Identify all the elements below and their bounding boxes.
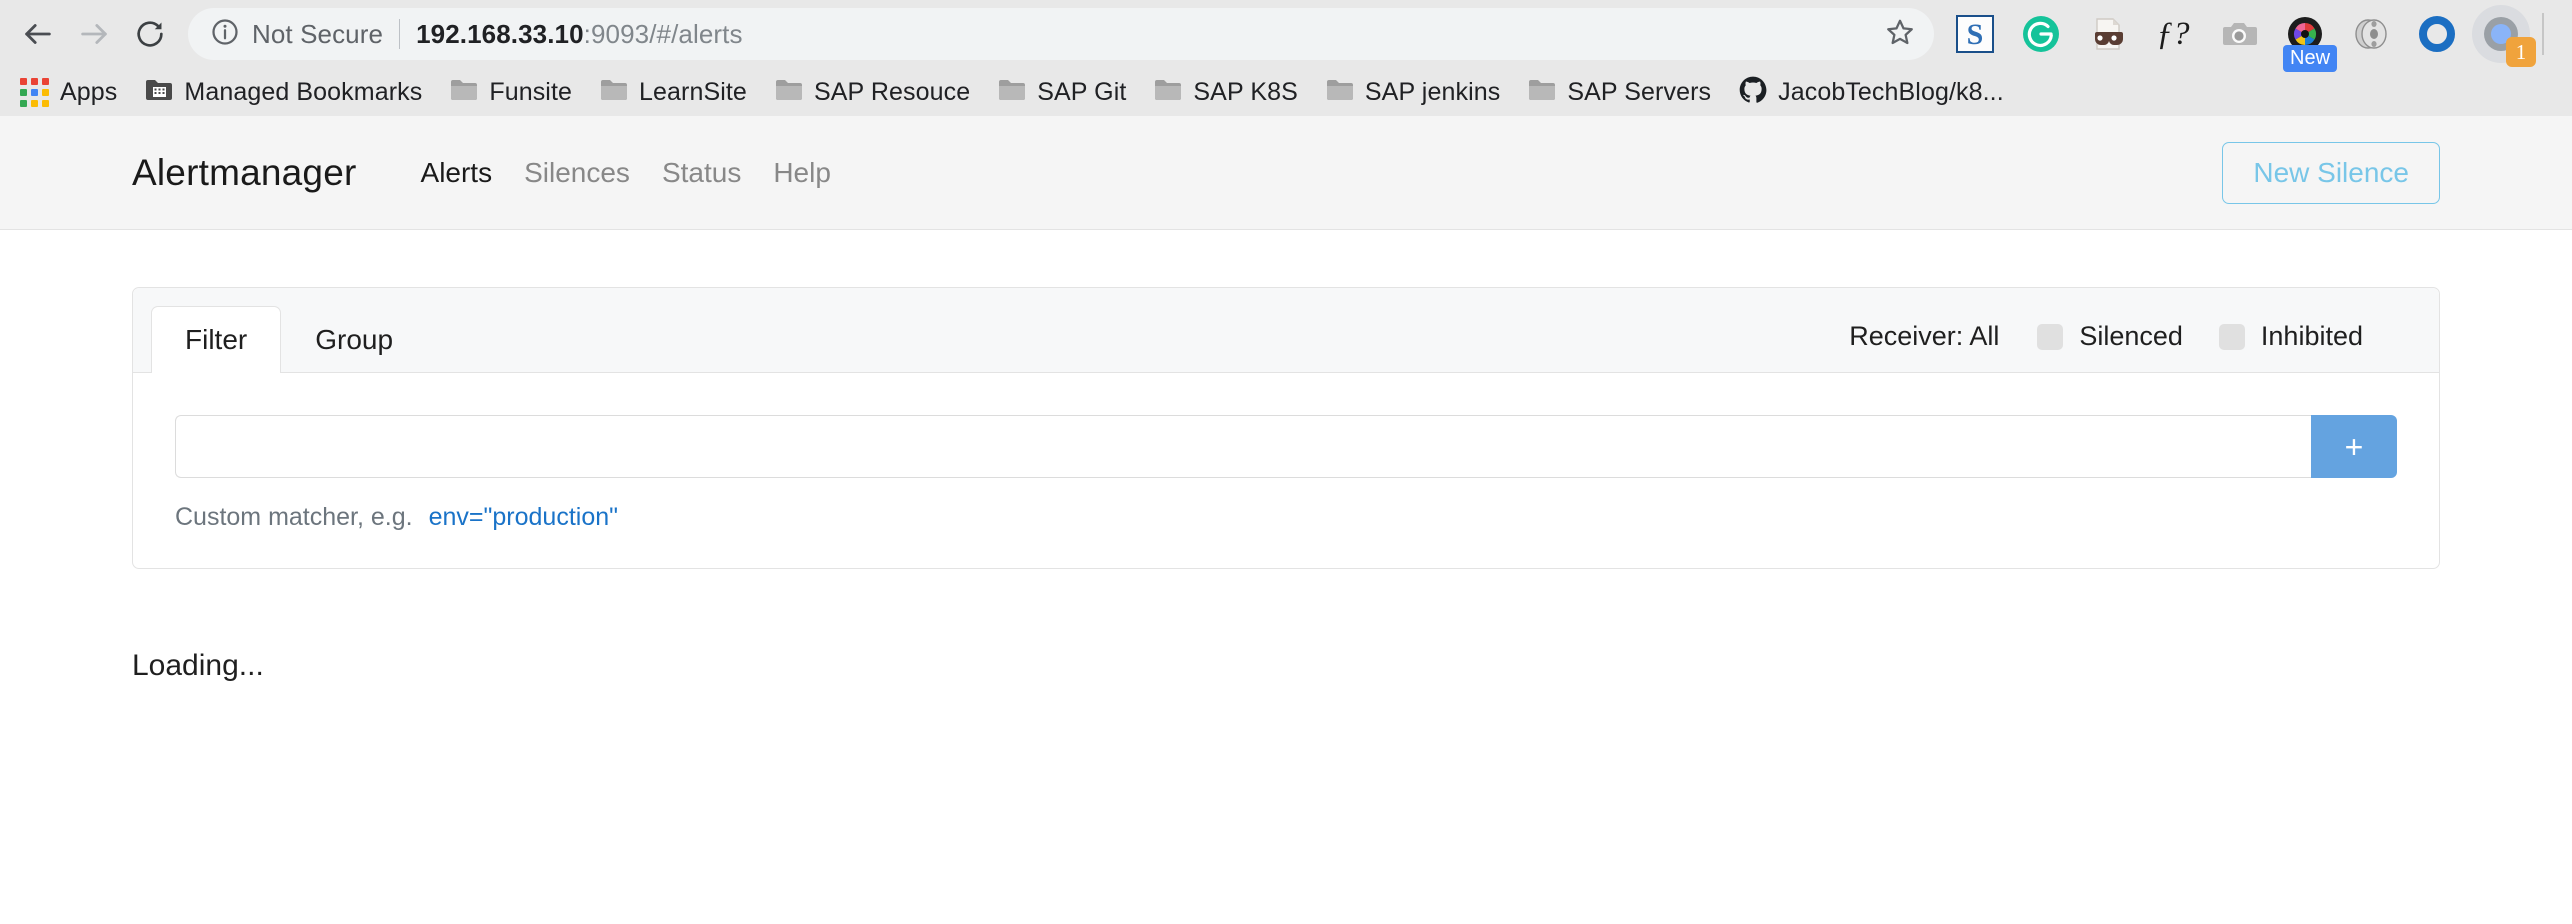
app-nav-links: Alerts Silences Status Help bbox=[405, 149, 847, 197]
filter-card-header: Filter Group Receiver: All Silenced Inhi… bbox=[133, 288, 2439, 373]
filter-tabs: Filter Group bbox=[151, 306, 427, 373]
bookmark-sap-git[interactable]: SAP Git bbox=[984, 73, 1140, 112]
matcher-hint: Custom matcher, e.g. env="production" bbox=[175, 503, 2397, 532]
extensions-bar: S ƒ? New 1 bbox=[1942, 3, 2558, 72]
site-security-chip[interactable]: Not Secure bbox=[210, 17, 383, 52]
new-silence-button[interactable]: New Silence bbox=[2222, 141, 2440, 204]
bookmark-sap-jenkins[interactable]: SAP jenkins bbox=[1312, 73, 1514, 112]
inhibited-checkbox-group[interactable]: Inhibited bbox=[2218, 321, 2363, 352]
nav-link-alerts[interactable]: Alerts bbox=[405, 149, 509, 197]
bookmark-label: SAP Servers bbox=[1567, 77, 1712, 106]
bookmark-sap-k8s[interactable]: SAP K8S bbox=[1140, 73, 1311, 112]
folder-icon bbox=[775, 78, 803, 107]
bookmarks-bar: Apps Managed Bookmarks Funsite LearnSite… bbox=[0, 68, 2572, 116]
bookmark-jacobtechblog[interactable]: JacobTechBlog/k8... bbox=[1725, 71, 2018, 114]
silenced-label: Silenced bbox=[2079, 321, 2183, 351]
new-badge: New bbox=[2283, 45, 2338, 72]
page-content: Alertmanager Alerts Silences Status Help… bbox=[0, 116, 2572, 924]
loading-status: Loading... bbox=[132, 649, 264, 682]
bookmark-apps[interactable]: Apps bbox=[6, 73, 131, 112]
app-brand[interactable]: Alertmanager bbox=[132, 152, 357, 194]
bookmark-star-button[interactable] bbox=[1874, 8, 1926, 60]
star-bookmark-icon bbox=[1885, 17, 1915, 52]
profile-button[interactable]: 1 bbox=[2470, 3, 2536, 67]
tab-group[interactable]: Group bbox=[281, 306, 427, 373]
folder-icon bbox=[450, 78, 478, 107]
bookmark-learnsite[interactable]: LearnSite bbox=[586, 73, 761, 112]
matcher-input[interactable] bbox=[175, 415, 2311, 478]
folder-icon bbox=[1326, 78, 1354, 107]
bookmark-label: LearnSite bbox=[639, 77, 747, 106]
add-matcher-button[interactable]: + bbox=[2311, 415, 2397, 478]
reload-button[interactable] bbox=[122, 6, 178, 62]
bookmark-apps-label: Apps bbox=[60, 77, 118, 106]
filter-card: Filter Group Receiver: All Silenced Inhi… bbox=[132, 287, 2440, 569]
back-button[interactable] bbox=[10, 6, 66, 62]
bookmark-label: SAP Resouce bbox=[813, 77, 971, 106]
film-reel-extension-icon[interactable] bbox=[2345, 8, 2397, 60]
apps-grid-icon bbox=[20, 77, 49, 107]
filter-header-controls: Receiver: All Silenced Inhibited bbox=[1849, 321, 2399, 372]
matcher-hint-text: Custom matcher, e.g. bbox=[175, 503, 413, 531]
bookmark-label: Managed Bookmarks bbox=[184, 77, 423, 106]
s-extension-icon[interactable]: S bbox=[1949, 8, 2001, 60]
nav-link-help[interactable]: Help bbox=[757, 149, 847, 197]
bookmark-sap-resouce[interactable]: SAP Resouce bbox=[761, 73, 984, 112]
matcher-hint-example[interactable]: env="production" bbox=[429, 503, 618, 532]
svg-text:S: S bbox=[1967, 18, 1984, 51]
url-path: :9093/#/alerts bbox=[583, 18, 743, 49]
nav-link-status[interactable]: Status bbox=[646, 149, 757, 197]
url-host: 192.168.33.10 bbox=[416, 18, 584, 49]
forward-arrow-icon bbox=[77, 17, 111, 51]
silenced-checkbox-group[interactable]: Silenced bbox=[2037, 321, 2183, 352]
back-arrow-icon bbox=[21, 17, 55, 51]
bookmark-label: Funsite bbox=[489, 77, 573, 106]
bookmark-label: SAP jenkins bbox=[1364, 77, 1501, 106]
fontface-extension-icon[interactable]: ƒ? bbox=[2147, 8, 2199, 60]
folder-icon bbox=[998, 78, 1026, 107]
inhibited-checkbox[interactable] bbox=[2218, 323, 2245, 350]
folder-icon bbox=[1154, 78, 1182, 107]
colorpicker-extension-icon[interactable]: New bbox=[2279, 8, 2338, 72]
grammarly-extension-icon[interactable] bbox=[2015, 8, 2067, 60]
profile-badge: 1 bbox=[2506, 37, 2536, 67]
svg-text:ƒ?: ƒ? bbox=[2157, 16, 2191, 52]
screenshot-camera-extension-icon[interactable] bbox=[2213, 8, 2265, 60]
omnibox-row: Not Secure 192.168.33.10:9093/#/alerts S bbox=[0, 0, 2572, 72]
bookmark-label: JacobTechBlog/k8... bbox=[1778, 77, 2004, 106]
filter-card-body: + Custom matcher, e.g. env="production" bbox=[133, 373, 2439, 568]
github-icon bbox=[1739, 76, 1767, 109]
bookmark-sap-servers[interactable]: SAP Servers bbox=[1514, 73, 1725, 112]
bookmark-funsite[interactable]: Funsite bbox=[436, 73, 586, 112]
app-navbar: Alertmanager Alerts Silences Status Help… bbox=[0, 116, 2572, 230]
bookmark-label: SAP K8S bbox=[1193, 77, 1298, 106]
bookmark-label: SAP Git bbox=[1037, 77, 1127, 106]
nav-link-silences[interactable]: Silences bbox=[508, 149, 646, 197]
chrome-divider bbox=[2542, 13, 2544, 55]
folder-icon bbox=[1528, 78, 1556, 107]
tab-filter[interactable]: Filter bbox=[151, 306, 282, 373]
url-text[interactable]: 192.168.33.10:9093/#/alerts bbox=[416, 19, 1868, 50]
reload-icon bbox=[134, 18, 166, 50]
inhibited-label: Inhibited bbox=[2260, 321, 2363, 351]
managed-bookmarks-icon bbox=[145, 78, 173, 107]
omnibox-divider bbox=[399, 19, 401, 49]
silenced-checkbox[interactable] bbox=[2037, 323, 2064, 350]
forward-button[interactable] bbox=[66, 6, 122, 62]
main-content: Filter Group Receiver: All Silenced Inhi… bbox=[0, 230, 2572, 683]
folder-icon bbox=[600, 78, 628, 107]
matcher-input-row: + bbox=[175, 415, 2397, 478]
blue-ring-extension-icon[interactable] bbox=[2411, 8, 2463, 60]
address-bar[interactable]: Not Secure 192.168.33.10:9093/#/alerts bbox=[188, 8, 1934, 60]
receiver-selector[interactable]: Receiver: All bbox=[1849, 321, 1999, 352]
info-circle-icon bbox=[210, 17, 240, 52]
security-label: Not Secure bbox=[252, 18, 384, 49]
bookmark-managed-bookmarks[interactable]: Managed Bookmarks bbox=[131, 73, 436, 112]
incognito-mask-extension-icon[interactable] bbox=[2081, 8, 2133, 60]
browser-chrome: Not Secure 192.168.33.10:9093/#/alerts S bbox=[0, 0, 2572, 116]
